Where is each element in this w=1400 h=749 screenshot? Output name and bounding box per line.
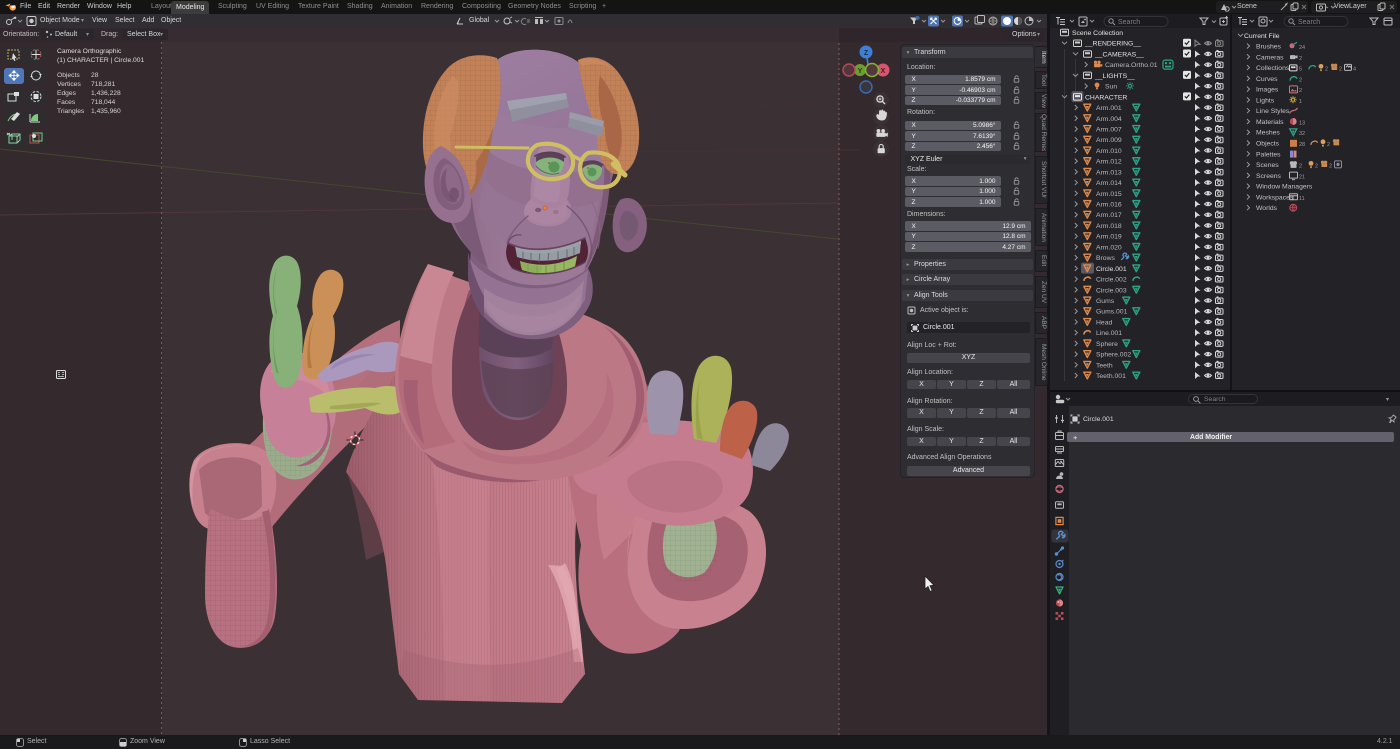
svg-text:Arm.004: Arm.004 (1096, 116, 1122, 123)
svg-text:Arm.001: Arm.001 (1096, 105, 1122, 112)
svg-text:Arm.007: Arm.007 (1096, 126, 1122, 133)
svg-text:__RENDERING__: __RENDERING__ (1084, 41, 1141, 48)
svg-text:2: 2 (1327, 142, 1330, 148)
svg-text:Arm.016: Arm.016 (1096, 202, 1122, 209)
svg-text:Line Styles: Line Styles (1256, 108, 1290, 115)
svg-text:Sun: Sun (1105, 84, 1117, 91)
svg-text:Workspaces: Workspaces (1256, 194, 1294, 201)
svg-text:Teeth: Teeth (1096, 362, 1113, 369)
svg-text:Objects: Objects (1256, 141, 1280, 148)
svg-text:2: 2 (1315, 164, 1318, 170)
svg-text:Arm.020: Arm.020 (1096, 244, 1122, 251)
svg-text:4: 4 (1353, 67, 1356, 73)
svg-text:32: 32 (1299, 131, 1305, 137)
svg-text:Gums: Gums (1096, 298, 1115, 305)
svg-text:28: 28 (1299, 142, 1305, 148)
svg-text:Window Managers: Window Managers (1256, 184, 1313, 191)
svg-text:Palettes: Palettes (1256, 151, 1281, 158)
svg-text:2: 2 (1339, 67, 1342, 73)
svg-text:Brushes: Brushes (1256, 44, 1282, 51)
svg-text:Meshes: Meshes (1256, 130, 1280, 137)
svg-text:Screens: Screens (1256, 173, 1282, 180)
svg-text:Arm.012: Arm.012 (1096, 159, 1122, 166)
svg-text:2: 2 (1299, 56, 1302, 62)
svg-text:1: 1 (1299, 99, 1302, 105)
svg-text:Z: Z (864, 50, 869, 57)
svg-text:Camera.Ortho.01: Camera.Ortho.01 (1105, 62, 1158, 69)
svg-text:CHARACTER: CHARACTER (1085, 94, 1127, 101)
svg-text:Arm.019: Arm.019 (1096, 234, 1122, 241)
svg-text:Y: Y (858, 68, 863, 75)
svg-text:Gums.001: Gums.001 (1096, 309, 1128, 316)
svg-text:Circle.002: Circle.002 (1096, 277, 1127, 284)
svg-text:2: 2 (1329, 164, 1332, 170)
svg-text:Lights: Lights (1256, 97, 1275, 104)
svg-text:13: 13 (1299, 120, 1305, 126)
svg-text:Arm.018: Arm.018 (1096, 223, 1122, 230)
svg-text:2: 2 (1299, 77, 1302, 83)
svg-text:Materials: Materials (1256, 119, 1284, 126)
svg-text:Arm.009: Arm.009 (1096, 137, 1122, 144)
svg-text:Sphere.002: Sphere.002 (1096, 352, 1131, 359)
svg-text:Circle.001: Circle.001 (1096, 266, 1127, 273)
svg-text:Arm.014: Arm.014 (1096, 180, 1122, 187)
svg-text:Arm.013: Arm.013 (1096, 169, 1122, 176)
svg-text:Sphere: Sphere (1096, 341, 1118, 348)
svg-text:11: 11 (1299, 196, 1305, 202)
svg-text:Brows: Brows (1096, 255, 1115, 262)
svg-text:Scenes: Scenes (1256, 162, 1279, 169)
svg-text:Cameras: Cameras (1256, 54, 1284, 61)
svg-text:Head: Head (1096, 319, 1112, 326)
svg-text:Scene Collection: Scene Collection (1072, 30, 1123, 37)
svg-text:Line.001: Line.001 (1096, 330, 1122, 337)
svg-text:2: 2 (1299, 164, 1302, 170)
svg-text:Current File: Current File (1244, 33, 1280, 40)
svg-text:Circle.003: Circle.003 (1096, 287, 1127, 294)
svg-text:Images: Images (1256, 87, 1279, 94)
svg-text:Teeth.001: Teeth.001 (1096, 373, 1126, 380)
svg-text:__CAMERAS__: __CAMERAS__ (1094, 51, 1144, 58)
svg-text:5: 5 (1299, 67, 1302, 73)
svg-text:24: 24 (1299, 45, 1305, 51)
svg-text:Arm.017: Arm.017 (1096, 212, 1122, 219)
svg-text:Collections: Collections (1256, 65, 1290, 72)
svg-text:Arm.015: Arm.015 (1096, 191, 1122, 198)
svg-text:21: 21 (1299, 174, 1305, 180)
svg-text:Worlds: Worlds (1256, 205, 1278, 212)
svg-text:2: 2 (1325, 67, 1328, 73)
svg-text:X: X (881, 68, 886, 75)
svg-text:__LIGHTS__: __LIGHTS__ (1094, 73, 1135, 80)
svg-text:Curves: Curves (1256, 76, 1278, 83)
svg-text:Arm.010: Arm.010 (1096, 148, 1122, 155)
svg-text:2: 2 (1299, 88, 1302, 94)
